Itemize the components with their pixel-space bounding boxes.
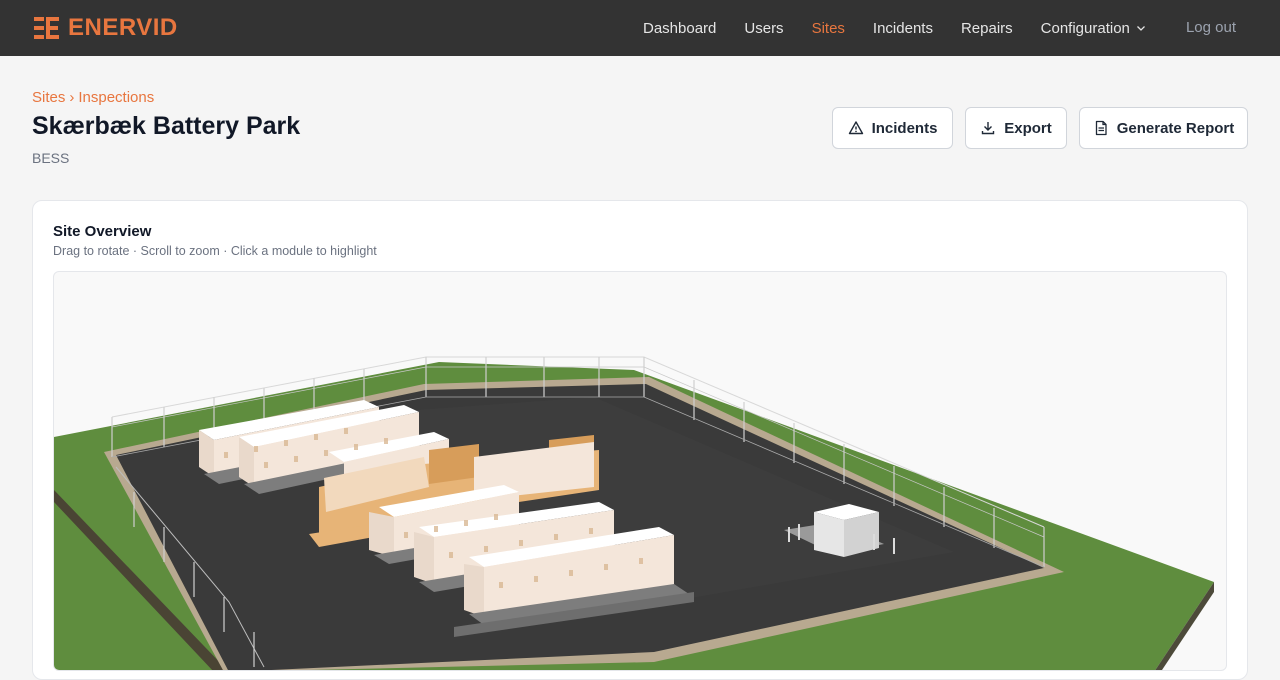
site-overview-title: Site Overview bbox=[53, 223, 152, 240]
download-icon bbox=[982, 122, 995, 135]
nav-item-configuration-label: Configuration bbox=[1040, 19, 1130, 37]
logout-link[interactable]: Log out bbox=[1186, 19, 1236, 36]
nav-item-dashboard[interactable]: Dashboard bbox=[643, 20, 716, 37]
chevron-down-icon bbox=[1136, 26, 1145, 31]
top-navigation-bar: ENERVID Dashboard Users Sites Incidents … bbox=[0, 0, 1280, 56]
site-3d-scene[interactable] bbox=[54, 272, 1227, 671]
site-overview-card: Site Overview Drag to rotate · Scroll to… bbox=[32, 200, 1248, 680]
brand-logo[interactable]: ENERVID bbox=[32, 13, 178, 43]
main-nav: Dashboard Users Sites Incidents Repairs … bbox=[643, 0, 1174, 56]
generate-report-button-label: Generate Report bbox=[1116, 119, 1235, 137]
brand-name: ENERVID bbox=[68, 14, 178, 41]
nav-item-configuration[interactable]: Configuration bbox=[1041, 20, 1146, 37]
document-icon bbox=[1095, 120, 1107, 136]
nav-item-repairs[interactable]: Repairs bbox=[961, 20, 1013, 37]
incidents-button[interactable]: Incidents bbox=[832, 107, 953, 149]
site-3d-viewer[interactable] bbox=[53, 271, 1227, 671]
breadcrumb: Sites › Inspections bbox=[32, 89, 154, 106]
generate-report-button[interactable]: Generate Report bbox=[1079, 107, 1248, 149]
nav-item-incidents[interactable]: Incidents bbox=[873, 20, 933, 37]
breadcrumb-sites-link[interactable]: Sites bbox=[32, 89, 65, 106]
breadcrumb-separator: › bbox=[69, 89, 75, 106]
warning-triangle-icon bbox=[848, 121, 863, 135]
export-button-label: Export bbox=[1004, 119, 1052, 137]
export-button[interactable]: Export bbox=[965, 107, 1067, 149]
site-overview-hint: Drag to rotate · Scroll to zoom · Click … bbox=[53, 244, 377, 258]
incidents-button-label: Incidents bbox=[871, 119, 938, 137]
nav-item-sites[interactable]: Sites bbox=[812, 20, 845, 37]
enervid-logo-icon bbox=[34, 17, 59, 39]
site-type-label: BESS bbox=[32, 150, 70, 166]
breadcrumb-inspections-link[interactable]: Inspections bbox=[78, 89, 154, 106]
nav-item-users[interactable]: Users bbox=[744, 20, 783, 37]
page-title: Skærbæk Battery Park bbox=[32, 112, 301, 140]
